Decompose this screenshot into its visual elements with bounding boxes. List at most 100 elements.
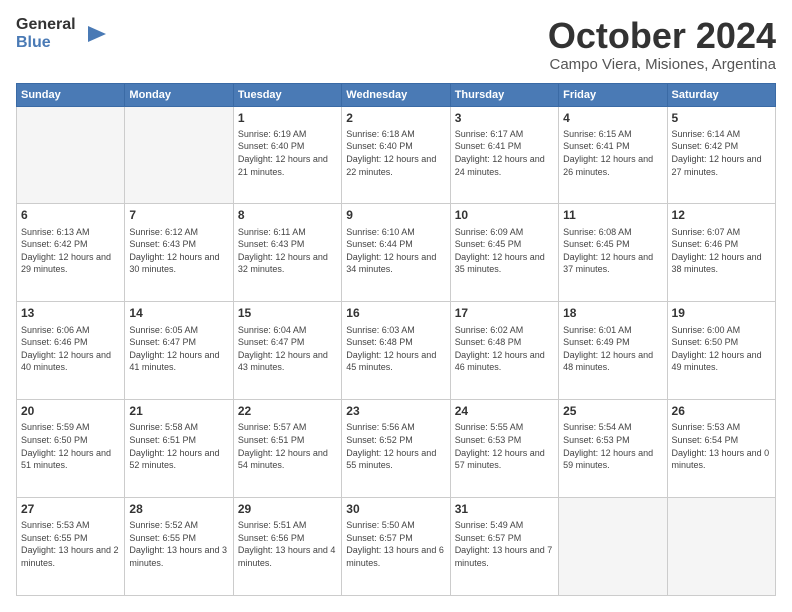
day-info: Sunrise: 6:18 AM Sunset: 6:40 PM Dayligh… [346,128,445,178]
calendar-week-0: 1 Sunrise: 6:19 AM Sunset: 6:40 PM Daylig… [17,106,776,204]
day-number: 12 [672,207,771,223]
day-number: 10 [455,207,554,223]
calendar-cell-13: 13Sunrise: 6:06 AM Sunset: 6:46 PM Dayli… [17,302,125,400]
day-info: Sunrise: 5:58 AM Sunset: 6:51 PM Dayligh… [129,421,228,471]
day-number: 28 [129,501,228,517]
day-number: 18 [563,305,662,321]
day-info: Sunrise: 5:59 AM Sunset: 6:50 PM Dayligh… [21,421,120,471]
calendar-cell-empty [17,106,125,204]
day-number: 1 [238,110,337,126]
calendar-cell-12: 12 Sunrise: 6:07 AM Sunset: 6:46 PM Dayli… [667,204,775,302]
day-number: 25 [563,403,662,419]
day-number: 26 [672,403,771,419]
calendar-cell-17: 17 Sunrise: 6:02 AM Sunset: 6:48 PM Dayli… [450,302,558,400]
day-info: Sunrise: 6:03 AM Sunset: 6:48 PM Dayligh… [346,324,445,374]
day-info: Sunrise: 6:10 AM Sunset: 6:44 PM Dayligh… [346,226,445,276]
day-info: Sunrise: 6:08 AM Sunset: 6:45 PM Dayligh… [563,226,662,276]
day-info: Sunrise: 6:12 AM Sunset: 6:43 PM Dayligh… [129,226,228,276]
logo-blue: Blue [16,34,76,52]
day-number: 21 [129,403,228,419]
day-info: Sunrise: 6:00 AM Sunset: 6:50 PM Dayligh… [672,324,771,374]
day-header-saturday: Saturday [667,83,775,106]
day-number: 30 [346,501,445,517]
calendar-cell-29: 29Sunrise: 5:51 AM Sunset: 6:56 PM Dayli… [233,498,341,596]
calendar-week-3: 20 Sunrise: 5:59 AM Sunset: 6:50 PM Dayli… [17,400,776,498]
day-number: 2 [346,110,445,126]
day-header-wednesday: Wednesday [342,83,450,106]
day-number: 3 [455,110,554,126]
logo-icon [78,18,110,50]
title-block: October 2024 Campo Viera, Misiones, Arge… [548,16,776,73]
day-number: 15 [238,305,337,321]
day-info: Sunrise: 5:51 AM Sunset: 6:56 PM Dayligh… [238,519,337,569]
calendar-cell-1: 1 Sunrise: 6:19 AM Sunset: 6:40 PM Daylig… [233,106,341,204]
day-number: 6 [21,207,120,223]
day-header-friday: Friday [559,83,667,106]
day-number: 27 [21,501,120,517]
day-info: Sunrise: 6:09 AM Sunset: 6:45 PM Dayligh… [455,226,554,276]
day-number: 17 [455,305,554,321]
calendar-cell-22: 22Sunrise: 5:57 AM Sunset: 6:51 PM Dayli… [233,400,341,498]
day-number: 7 [129,207,228,223]
subtitle: Campo Viera, Misiones, Argentina [548,56,776,73]
calendar-week-4: 27Sunrise: 5:53 AM Sunset: 6:55 PM Dayli… [17,498,776,596]
day-number: 9 [346,207,445,223]
logo: General Blue [16,16,110,51]
day-number: 5 [672,110,771,126]
calendar-cell-2: 2 Sunrise: 6:18 AM Sunset: 6:40 PM Daylig… [342,106,450,204]
calendar-cell-10: 10 Sunrise: 6:09 AM Sunset: 6:45 PM Dayli… [450,204,558,302]
calendar-cell-16: 16 Sunrise: 6:03 AM Sunset: 6:48 PM Dayli… [342,302,450,400]
page: General Blue October 2024 Campo Viera, M… [0,0,792,612]
day-number: 8 [238,207,337,223]
calendar-cell-empty [559,498,667,596]
calendar-cell-27: 27Sunrise: 5:53 AM Sunset: 6:55 PM Dayli… [17,498,125,596]
day-number: 31 [455,501,554,517]
calendar-cell-11: 11 Sunrise: 6:08 AM Sunset: 6:45 PM Dayli… [559,204,667,302]
day-info: Sunrise: 6:19 AM Sunset: 6:40 PM Dayligh… [238,128,337,178]
calendar-cell-4: 4Sunrise: 6:15 AM Sunset: 6:41 PM Daylig… [559,106,667,204]
calendar-cell-14: 14 Sunrise: 6:05 AM Sunset: 6:47 PM Dayli… [125,302,233,400]
day-number: 23 [346,403,445,419]
calendar-cell-7: 7 Sunrise: 6:12 AM Sunset: 6:43 PM Daylig… [125,204,233,302]
calendar-cell-30: 30Sunrise: 5:50 AM Sunset: 6:57 PM Dayli… [342,498,450,596]
day-header-tuesday: Tuesday [233,83,341,106]
day-number: 14 [129,305,228,321]
day-info: Sunrise: 5:52 AM Sunset: 6:55 PM Dayligh… [129,519,228,569]
calendar-cell-empty [667,498,775,596]
day-info: Sunrise: 6:13 AM Sunset: 6:42 PM Dayligh… [21,226,120,276]
calendar-cell-28: 28 Sunrise: 5:52 AM Sunset: 6:55 PM Dayli… [125,498,233,596]
day-info: Sunrise: 6:07 AM Sunset: 6:46 PM Dayligh… [672,226,771,276]
calendar-cell-24: 24 Sunrise: 5:55 AM Sunset: 6:53 PM Dayli… [450,400,558,498]
day-info: Sunrise: 5:57 AM Sunset: 6:51 PM Dayligh… [238,421,337,471]
day-info: Sunrise: 5:49 AM Sunset: 6:57 PM Dayligh… [455,519,554,569]
day-number: 24 [455,403,554,419]
calendar-cell-21: 21 Sunrise: 5:58 AM Sunset: 6:51 PM Dayli… [125,400,233,498]
day-info: Sunrise: 5:55 AM Sunset: 6:53 PM Dayligh… [455,421,554,471]
calendar-cell-5: 5Sunrise: 6:14 AM Sunset: 6:42 PM Daylig… [667,106,775,204]
calendar-table: SundayMondayTuesdayWednesdayThursdayFrid… [16,83,776,596]
header: General Blue October 2024 Campo Viera, M… [16,16,776,73]
day-header-thursday: Thursday [450,83,558,106]
calendar-cell-empty [125,106,233,204]
day-info: Sunrise: 6:02 AM Sunset: 6:48 PM Dayligh… [455,324,554,374]
day-info: Sunrise: 6:05 AM Sunset: 6:47 PM Dayligh… [129,324,228,374]
calendar-cell-26: 26Sunrise: 5:53 AM Sunset: 6:54 PM Dayli… [667,400,775,498]
calendar-cell-20: 20 Sunrise: 5:59 AM Sunset: 6:50 PM Dayli… [17,400,125,498]
calendar-cell-8: 8 Sunrise: 6:11 AM Sunset: 6:43 PM Daylig… [233,204,341,302]
day-number: 16 [346,305,445,321]
day-number: 19 [672,305,771,321]
calendar-cell-3: 3Sunrise: 6:17 AM Sunset: 6:41 PM Daylig… [450,106,558,204]
day-header-sunday: Sunday [17,83,125,106]
calendar-cell-31: 31 Sunrise: 5:49 AM Sunset: 6:57 PM Dayli… [450,498,558,596]
main-title: October 2024 [548,16,776,56]
day-info: Sunrise: 6:04 AM Sunset: 6:47 PM Dayligh… [238,324,337,374]
day-number: 20 [21,403,120,419]
day-info: Sunrise: 6:15 AM Sunset: 6:41 PM Dayligh… [563,128,662,178]
calendar-cell-18: 18Sunrise: 6:01 AM Sunset: 6:49 PM Dayli… [559,302,667,400]
day-info: Sunrise: 6:11 AM Sunset: 6:43 PM Dayligh… [238,226,337,276]
calendar-cell-15: 15 Sunrise: 6:04 AM Sunset: 6:47 PM Dayli… [233,302,341,400]
day-number: 11 [563,207,662,223]
calendar-cell-6: 6 Sunrise: 6:13 AM Sunset: 6:42 PM Daylig… [17,204,125,302]
calendar-cell-23: 23Sunrise: 5:56 AM Sunset: 6:52 PM Dayli… [342,400,450,498]
day-info: Sunrise: 6:06 AM Sunset: 6:46 PM Dayligh… [21,324,120,374]
